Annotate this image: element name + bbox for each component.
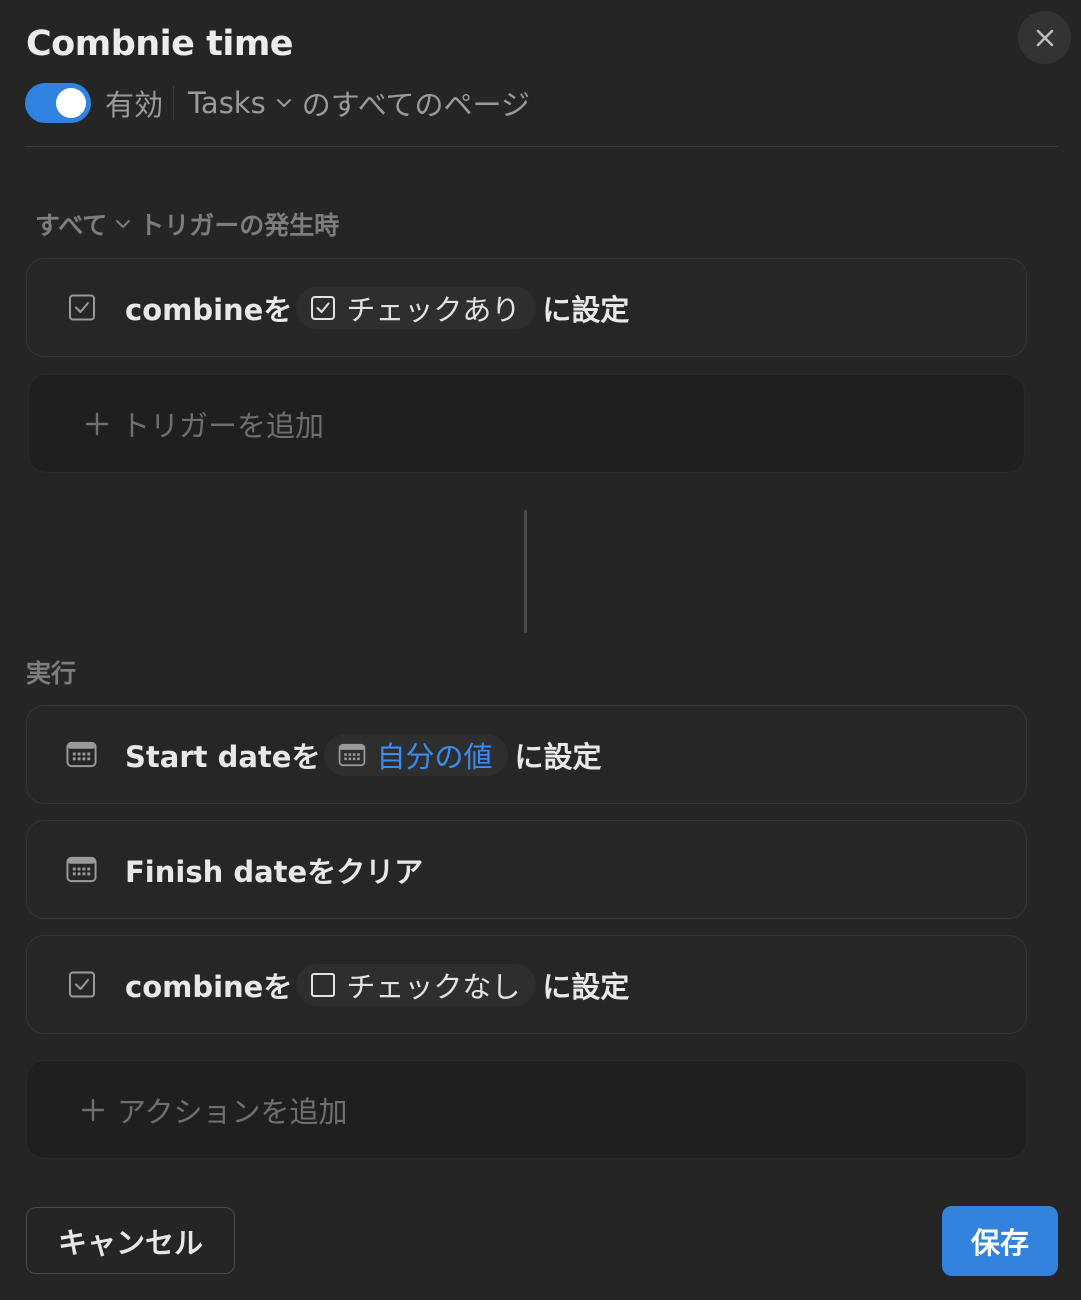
trigger-suffix: に設定 — [542, 292, 630, 327]
toggle-knob — [56, 88, 86, 118]
action-content: combineを チェックなし に設定 — [125, 936, 629, 1033]
database-name: Tasks — [188, 86, 266, 120]
action-content: Start dateを 自分の値 に設定 — [125, 706, 601, 803]
scope-label: のすべてのページ — [301, 88, 530, 122]
automation-title[interactable]: Combnie time — [26, 24, 294, 64]
checkbox-icon — [66, 969, 97, 1000]
checkbox-checked-icon — [310, 295, 336, 321]
checkbox-empty-icon — [310, 972, 336, 998]
match-mode-select[interactable]: すべて — [35, 206, 107, 242]
checkbox-icon — [66, 292, 97, 323]
action-header: 実行 — [26, 659, 77, 688]
action-suffix: に設定 — [514, 739, 602, 774]
trigger-value-pill[interactable]: チェックあり — [296, 286, 537, 329]
trigger-property: combineを — [125, 292, 293, 327]
header-divider — [25, 146, 1058, 147]
trigger-card[interactable]: combineを チェックあり に設定 — [26, 258, 1027, 357]
action-card-start-date[interactable]: Start dateを 自分の値 に設定 — [26, 705, 1027, 804]
chevron-down-icon — [276, 98, 292, 108]
action-card-finish-date[interactable]: Finish dateをクリア — [26, 820, 1027, 919]
action-property: Start dateを — [125, 739, 321, 774]
close-button[interactable] — [1018, 11, 1071, 64]
add-action-label: アクションを追加 — [117, 1094, 348, 1129]
add-action-button[interactable]: アクションを追加 — [26, 1060, 1027, 1159]
enabled-toggle[interactable] — [25, 83, 91, 123]
trigger-header: すべて トリガーの発生時 — [35, 206, 339, 242]
action-value-label: チェックなし — [346, 969, 521, 1004]
action-content: Finish dateをクリア — [125, 821, 423, 918]
calendar-icon — [66, 739, 97, 770]
add-trigger-label: トリガーを追加 — [121, 408, 325, 443]
action-suffix: に設定 — [542, 969, 630, 1004]
database-select[interactable]: Tasks — [188, 86, 302, 120]
trigger-value-label: チェックあり — [346, 292, 521, 327]
plus-icon — [81, 1098, 105, 1122]
action-text: Finish dateをクリア — [125, 854, 424, 889]
trigger-content: combineを チェックあり に設定 — [125, 259, 629, 356]
close-icon — [1036, 29, 1053, 46]
flow-connector-line — [524, 510, 527, 633]
action-value-label: 自分の値 — [376, 739, 493, 774]
action-value-pill[interactable]: 自分の値 — [324, 733, 509, 776]
status-divider — [173, 86, 175, 120]
calendar-icon — [338, 743, 366, 767]
action-card-combine[interactable]: combineを チェックなし に設定 — [26, 935, 1027, 1034]
save-button[interactable]: 保存 — [942, 1206, 1058, 1276]
chevron-down-icon[interactable] — [115, 219, 131, 229]
status-row: 有効 Tasks のすべてのページ — [25, 82, 530, 124]
action-value-pill[interactable]: チェックなし — [296, 963, 537, 1006]
action-property: combineを — [125, 969, 293, 1004]
calendar-icon — [66, 854, 97, 885]
trigger-header-label: トリガーの発生時 — [139, 211, 340, 240]
enabled-label: 有効 — [105, 88, 164, 122]
cancel-button[interactable]: キャンセル — [26, 1207, 235, 1274]
add-trigger-button[interactable]: トリガーを追加 — [28, 374, 1025, 473]
plus-icon — [85, 412, 109, 436]
